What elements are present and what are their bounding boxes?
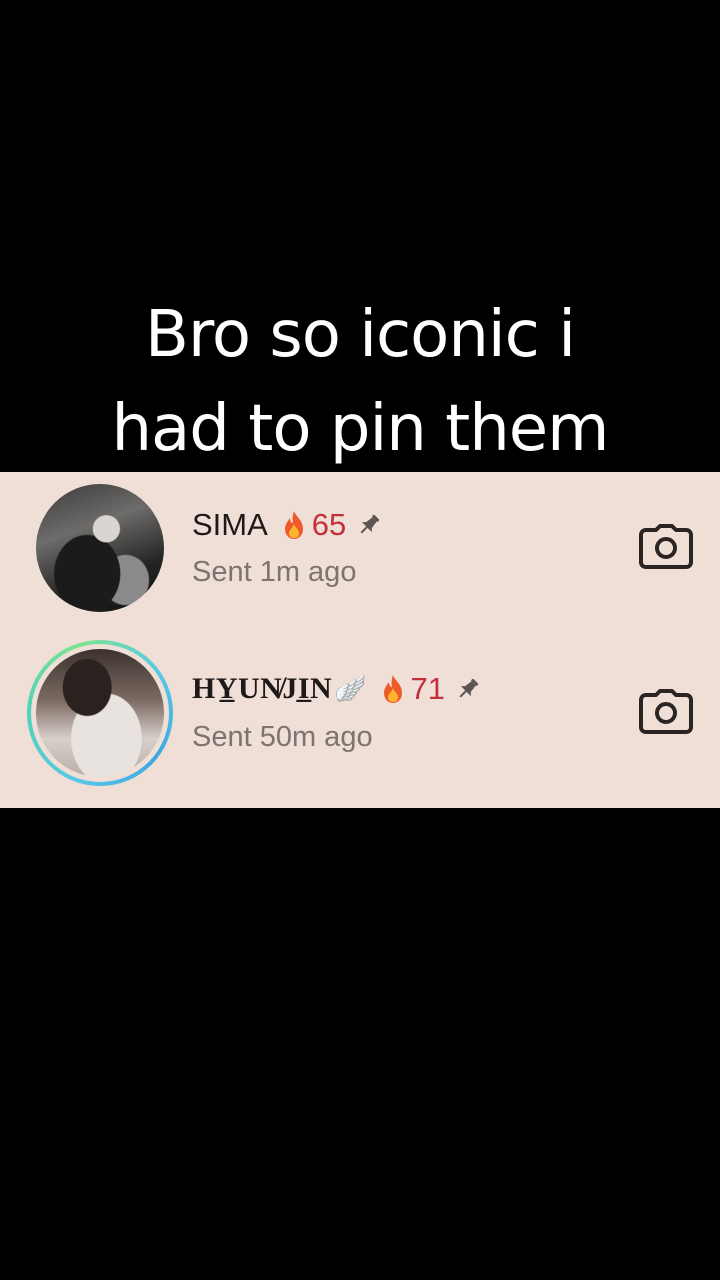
pin-icon <box>459 678 479 698</box>
chat-row[interactable]: HY̲UN̸JI̲N 🪽 71 Sent 50m ago <box>0 637 720 802</box>
chat-title-line: SIMA 65 <box>192 505 382 545</box>
chat-title-line: HY̲UN̸JI̲N 🪽 71 <box>192 669 481 709</box>
wing-emoji: 🪽 <box>334 674 367 704</box>
fire-icon <box>284 511 303 539</box>
fire-icon <box>383 675 402 703</box>
avatar-with-story-ring[interactable] <box>27 640 173 786</box>
streak-count: 65 <box>311 507 347 542</box>
contact-name: SIMA <box>192 507 268 542</box>
pin-icon <box>360 514 380 534</box>
screen: Bro so iconic i had to pin them SIMA 65 <box>0 0 720 1280</box>
chat-row[interactable]: SIMA 65 Sent 1m ago <box>0 472 720 637</box>
caption-line-2: had to pin them <box>111 392 609 466</box>
chat-status: Sent 1m ago <box>192 556 357 588</box>
video-caption: Bro so iconic i had to pin them <box>0 288 720 476</box>
streak-count: 71 <box>410 671 446 706</box>
camera-icon[interactable] <box>638 524 694 570</box>
caption-line-1: Bro so iconic i <box>145 298 576 372</box>
camera-icon[interactable] <box>638 689 694 735</box>
avatar-image <box>36 484 164 612</box>
contact-name: HY̲UN̸JI̲N <box>192 672 333 705</box>
avatar[interactable] <box>36 484 164 612</box>
chat-status: Sent 50m ago <box>192 721 373 753</box>
avatar-image <box>36 649 164 777</box>
pinned-chat-list: SIMA 65 Sent 1m ago HY̲UN̸JI̲N 🪽 71 Sent… <box>0 472 720 808</box>
